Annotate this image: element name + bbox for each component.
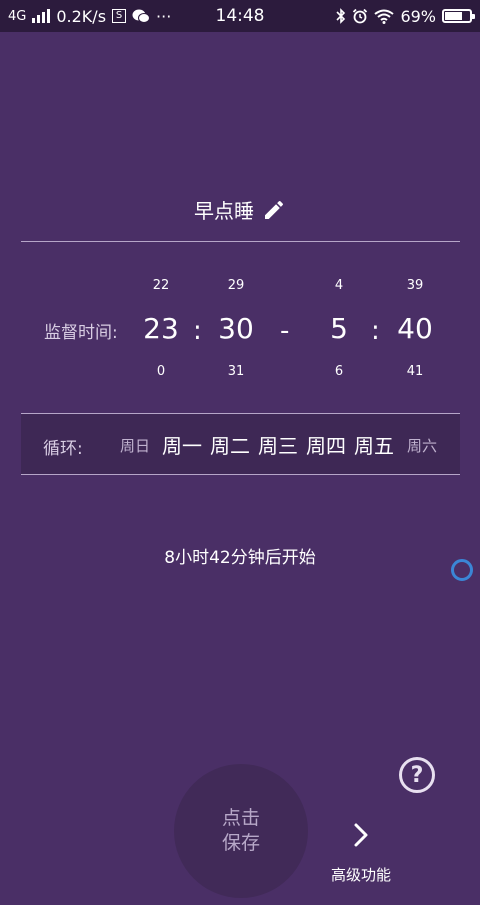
start-minute-prev: 29 — [227, 278, 245, 293]
network-speed: 0.2K/s — [56, 6, 107, 26]
save-button-line1: 点击 — [221, 807, 260, 829]
sim-icon: S — [112, 9, 127, 23]
end-hour-picker[interactable]: 4 5 6 — [309, 278, 369, 382]
page-title: 早点睡 — [194, 199, 254, 223]
battery-percent: 69% — [400, 6, 436, 26]
day-thursday[interactable]: 周四 — [306, 430, 346, 459]
wechat-icon — [132, 9, 151, 23]
start-hour-prev: 22 — [152, 278, 170, 293]
status-right: 69% — [336, 6, 475, 26]
status-bar: 4G 0.2K/s S ··· 14:48 69% — [0, 0, 480, 32]
start-time-colon: : — [193, 316, 202, 346]
save-button[interactable]: 点击 保存 — [174, 764, 308, 898]
monitor-time-label: 监督时间: — [44, 323, 118, 343]
day-sunday[interactable]: 周日 — [120, 435, 150, 456]
day-friday[interactable]: 周五 — [354, 430, 394, 459]
divider-top — [21, 241, 460, 242]
pencil-icon[interactable] — [262, 198, 286, 222]
advanced-features-label: 高级功能 — [330, 866, 391, 884]
end-minute-prev: 39 — [406, 278, 424, 293]
more-indicator: ··· — [156, 6, 172, 26]
day-wednesday[interactable]: 周三 — [258, 430, 298, 459]
alarm-icon — [353, 8, 368, 24]
repeat-row: 循环: 周日 周一 周二 周三 周四 周五 周六 — [21, 413, 460, 475]
chevron-right-icon — [354, 823, 368, 847]
start-minute-current: 30 — [218, 312, 254, 345]
countdown-text: 8小时42分钟后开始 — [164, 548, 316, 568]
floating-ball-icon[interactable] — [451, 559, 473, 581]
signal-icon — [32, 9, 51, 23]
wifi-icon — [374, 9, 395, 24]
start-minute-picker[interactable]: 29 30 31 — [206, 278, 266, 382]
status-left: 4G 0.2K/s S ··· — [8, 7, 171, 26]
day-tuesday[interactable]: 周二 — [210, 430, 250, 459]
battery-fill — [445, 12, 462, 20]
start-hour-next: 0 — [156, 364, 166, 379]
network-type: 4G — [8, 8, 27, 24]
bluetooth-icon — [336, 8, 346, 24]
title-row[interactable]: 早点睡 — [0, 195, 480, 224]
battery-icon — [442, 9, 475, 23]
save-button-line2: 保存 — [221, 832, 260, 854]
time-range-dash: - — [280, 316, 290, 346]
end-minute-next: 41 — [406, 364, 424, 379]
screen: 4G 0.2K/s S ··· 14:48 69% 早点睡 监督时间: 22 2… — [0, 0, 480, 905]
day-saturday[interactable]: 周六 — [407, 435, 437, 456]
advanced-features-button[interactable]: 高级功能 — [324, 822, 398, 885]
end-hour-current: 5 — [330, 312, 348, 345]
end-minute-current: 40 — [397, 312, 433, 345]
start-hour-current: 23 — [143, 312, 179, 345]
end-hour-next: 6 — [334, 364, 344, 379]
start-hour-picker[interactable]: 22 23 0 — [131, 278, 191, 382]
repeat-label: 循环: — [43, 439, 83, 459]
start-minute-next: 31 — [227, 364, 245, 379]
end-minute-picker[interactable]: 39 40 41 — [385, 278, 445, 382]
end-time-colon: : — [371, 316, 380, 346]
day-monday[interactable]: 周一 — [162, 430, 202, 459]
end-hour-prev: 4 — [334, 278, 344, 293]
help-button[interactable]: ? — [399, 757, 435, 793]
